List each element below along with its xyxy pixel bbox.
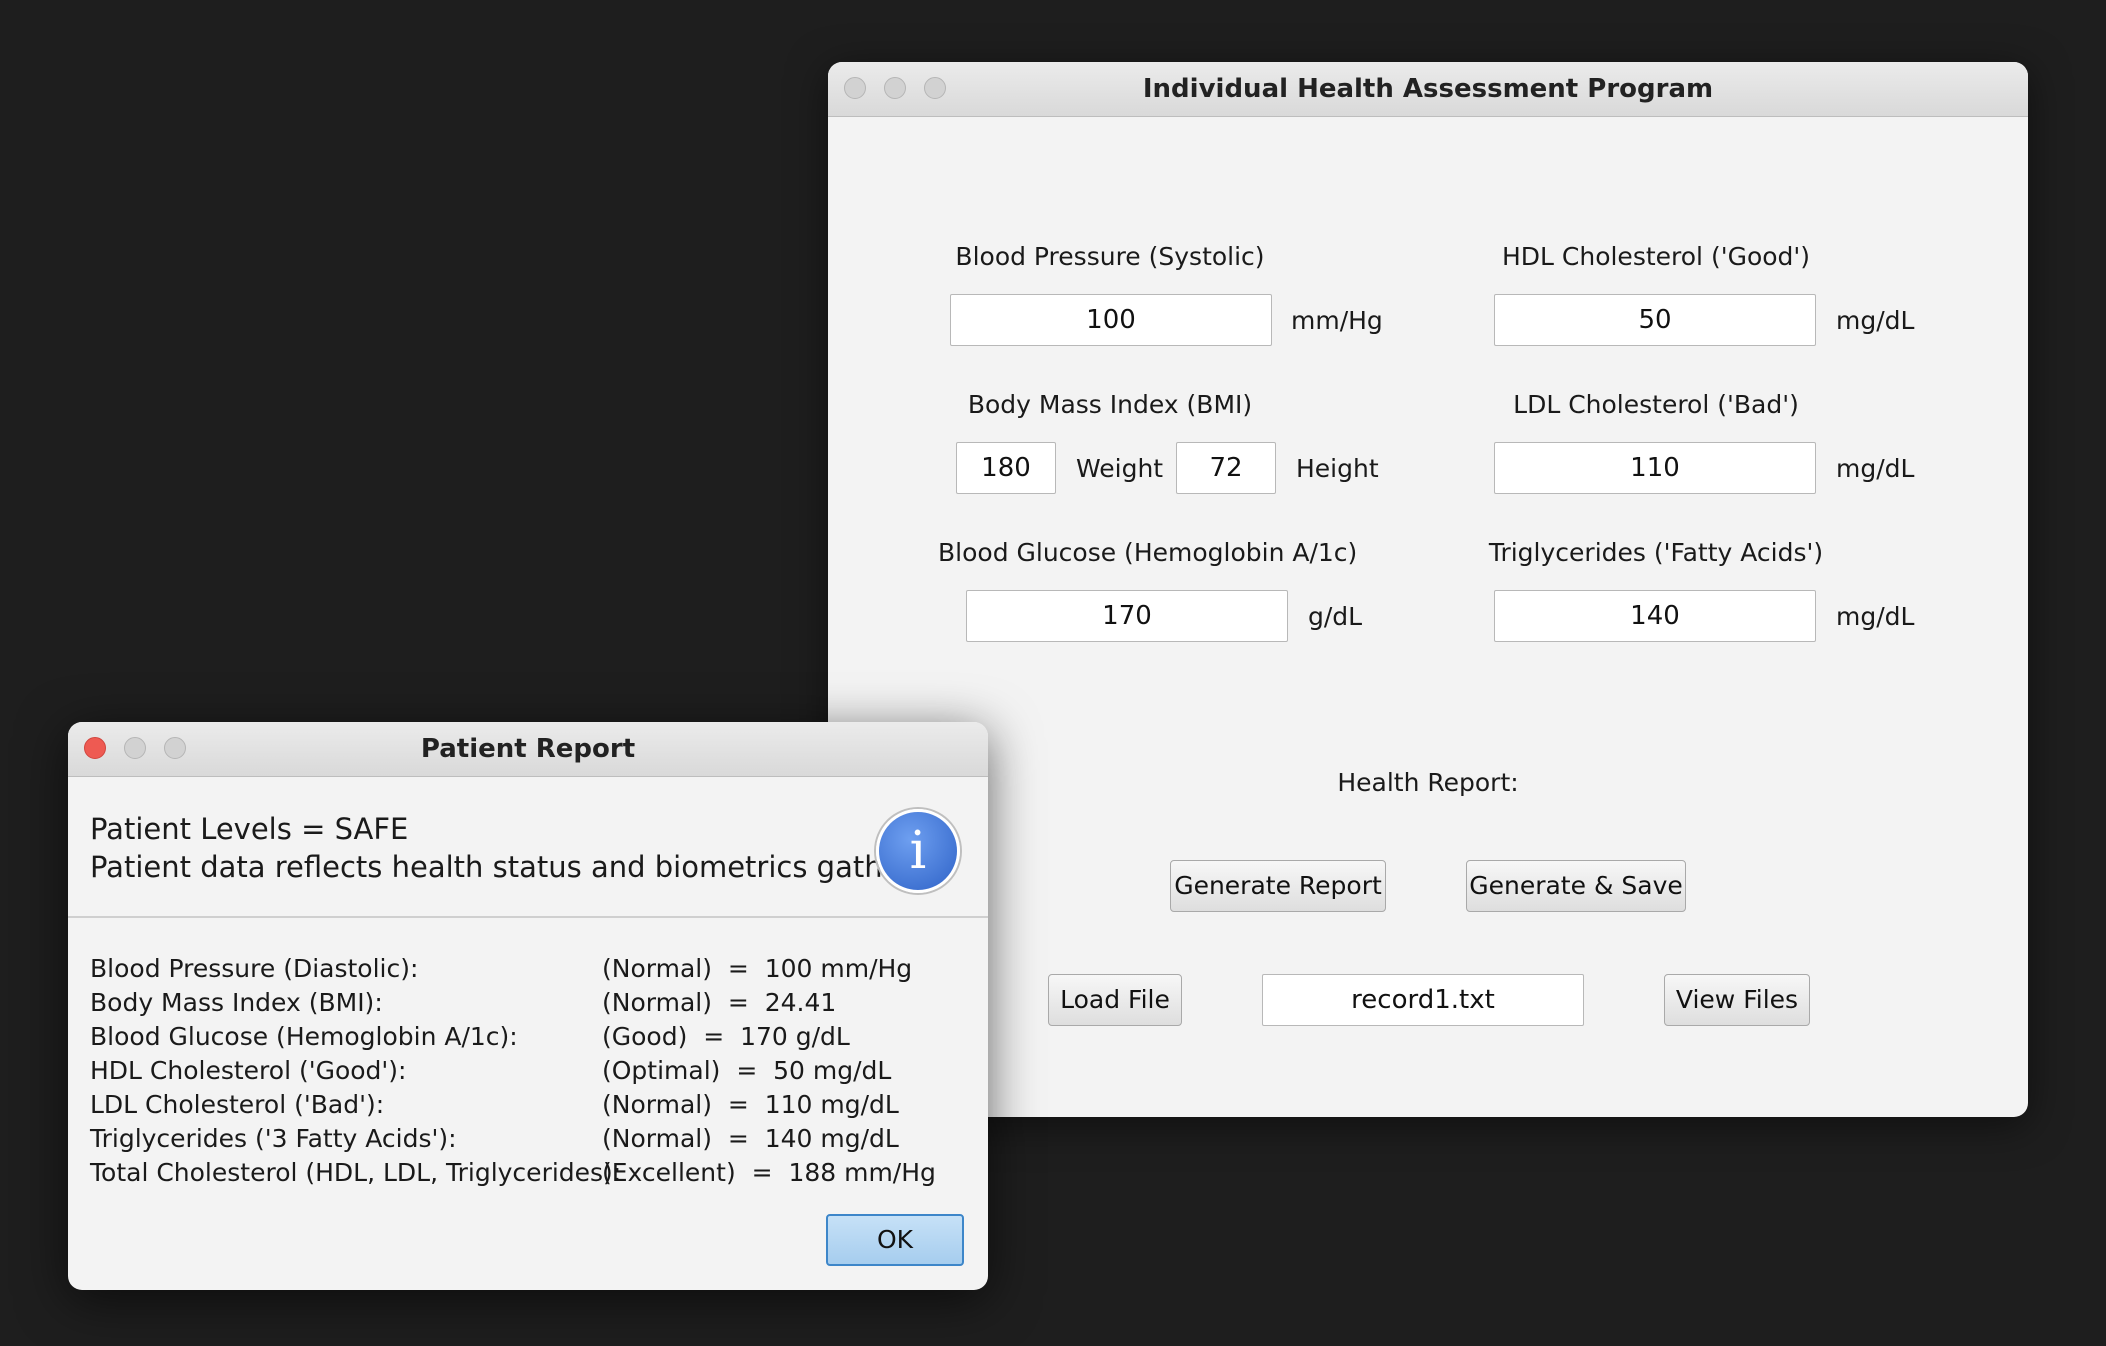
dialog-title: Patient Report: [420, 734, 636, 764]
dialog-separator: [68, 916, 988, 918]
window-title: Individual Health Assessment Program: [1142, 74, 1714, 104]
weight-label: Weight: [1076, 454, 1164, 483]
view-files-button[interactable]: View Files: [1664, 974, 1810, 1026]
trig-label: Triglycerides ('Fatty Acids'): [1488, 538, 1824, 567]
report-row-value: (Optimal) = 50 mg/dL: [602, 1056, 892, 1085]
ok-button[interactable]: OK: [826, 1214, 964, 1266]
main-window: Individual Health Assessment Program Blo…: [828, 62, 2028, 1117]
report-row-label: Blood Pressure (Diastolic):: [90, 954, 419, 983]
report-row-value: (Excellent) = 188 mm/Hg: [602, 1158, 936, 1187]
trig-input[interactable]: 140: [1494, 590, 1816, 642]
report-row-label: Triglycerides ('3 Fatty Acids'):: [90, 1124, 457, 1153]
glucose-input[interactable]: 170: [966, 590, 1288, 642]
glucose-label: Blood Glucose (Hemoglobin A/1c): [938, 538, 1358, 567]
report-row-value: (Normal) = 24.41: [602, 988, 837, 1017]
patient-summary-text: Patient data reflects health status and …: [90, 850, 948, 884]
report-row-label: Body Mass Index (BMI):: [90, 988, 383, 1017]
load-file-button[interactable]: Load File: [1048, 974, 1182, 1026]
bp-input[interactable]: 100: [950, 294, 1272, 346]
health-report-label: Health Report:: [1337, 768, 1519, 797]
bp-unit: mm/Hg: [1291, 306, 1383, 335]
ldl-label: LDL Cholesterol ('Bad'): [1513, 390, 1799, 419]
trig-unit: mg/dL: [1836, 602, 1915, 631]
hdl-input[interactable]: 50: [1494, 294, 1816, 346]
report-row-value: (Good) = 170 g/dL: [602, 1022, 850, 1051]
weight-input[interactable]: 180: [956, 442, 1056, 494]
hdl-unit: mg/dL: [1836, 306, 1915, 335]
glucose-unit: g/dL: [1308, 602, 1363, 631]
generate-report-button[interactable]: Generate Report: [1170, 860, 1386, 912]
bp-label: Blood Pressure (Systolic): [955, 242, 1265, 271]
ldl-input[interactable]: 110: [1494, 442, 1816, 494]
height-label: Height: [1296, 454, 1379, 483]
ldl-unit: mg/dL: [1836, 454, 1915, 483]
report-row-label: HDL Cholesterol ('Good'):: [90, 1056, 407, 1085]
patient-levels-text: Patient Levels = SAFE: [90, 812, 409, 846]
report-row-value: (Normal) = 140 mg/dL: [602, 1124, 899, 1153]
dialog-titlebar[interactable]: Patient Report: [68, 722, 988, 777]
bmi-label: Body Mass Index (BMI): [967, 390, 1253, 419]
height-input[interactable]: 72: [1176, 442, 1276, 494]
patient-report-dialog: Patient Report Patient Levels = SAFE Pat…: [68, 722, 988, 1290]
hdl-label: HDL Cholesterol ('Good'): [1501, 242, 1811, 271]
report-row-value: (Normal) = 110 mg/dL: [602, 1090, 899, 1119]
main-titlebar[interactable]: Individual Health Assessment Program: [828, 62, 2028, 117]
report-row-label: Total Cholesterol (HDL, LDL, Triglycerid…: [90, 1158, 622, 1187]
generate-save-button[interactable]: Generate & Save: [1466, 860, 1686, 912]
file-name-input[interactable]: record1.txt: [1262, 974, 1584, 1026]
info-icon: i: [876, 809, 960, 893]
report-row-value: (Normal) = 100 mm/Hg: [602, 954, 913, 983]
report-row-label: Blood Glucose (Hemoglobin A/1c):: [90, 1022, 518, 1051]
report-row-label: LDL Cholesterol ('Bad'):: [90, 1090, 385, 1119]
